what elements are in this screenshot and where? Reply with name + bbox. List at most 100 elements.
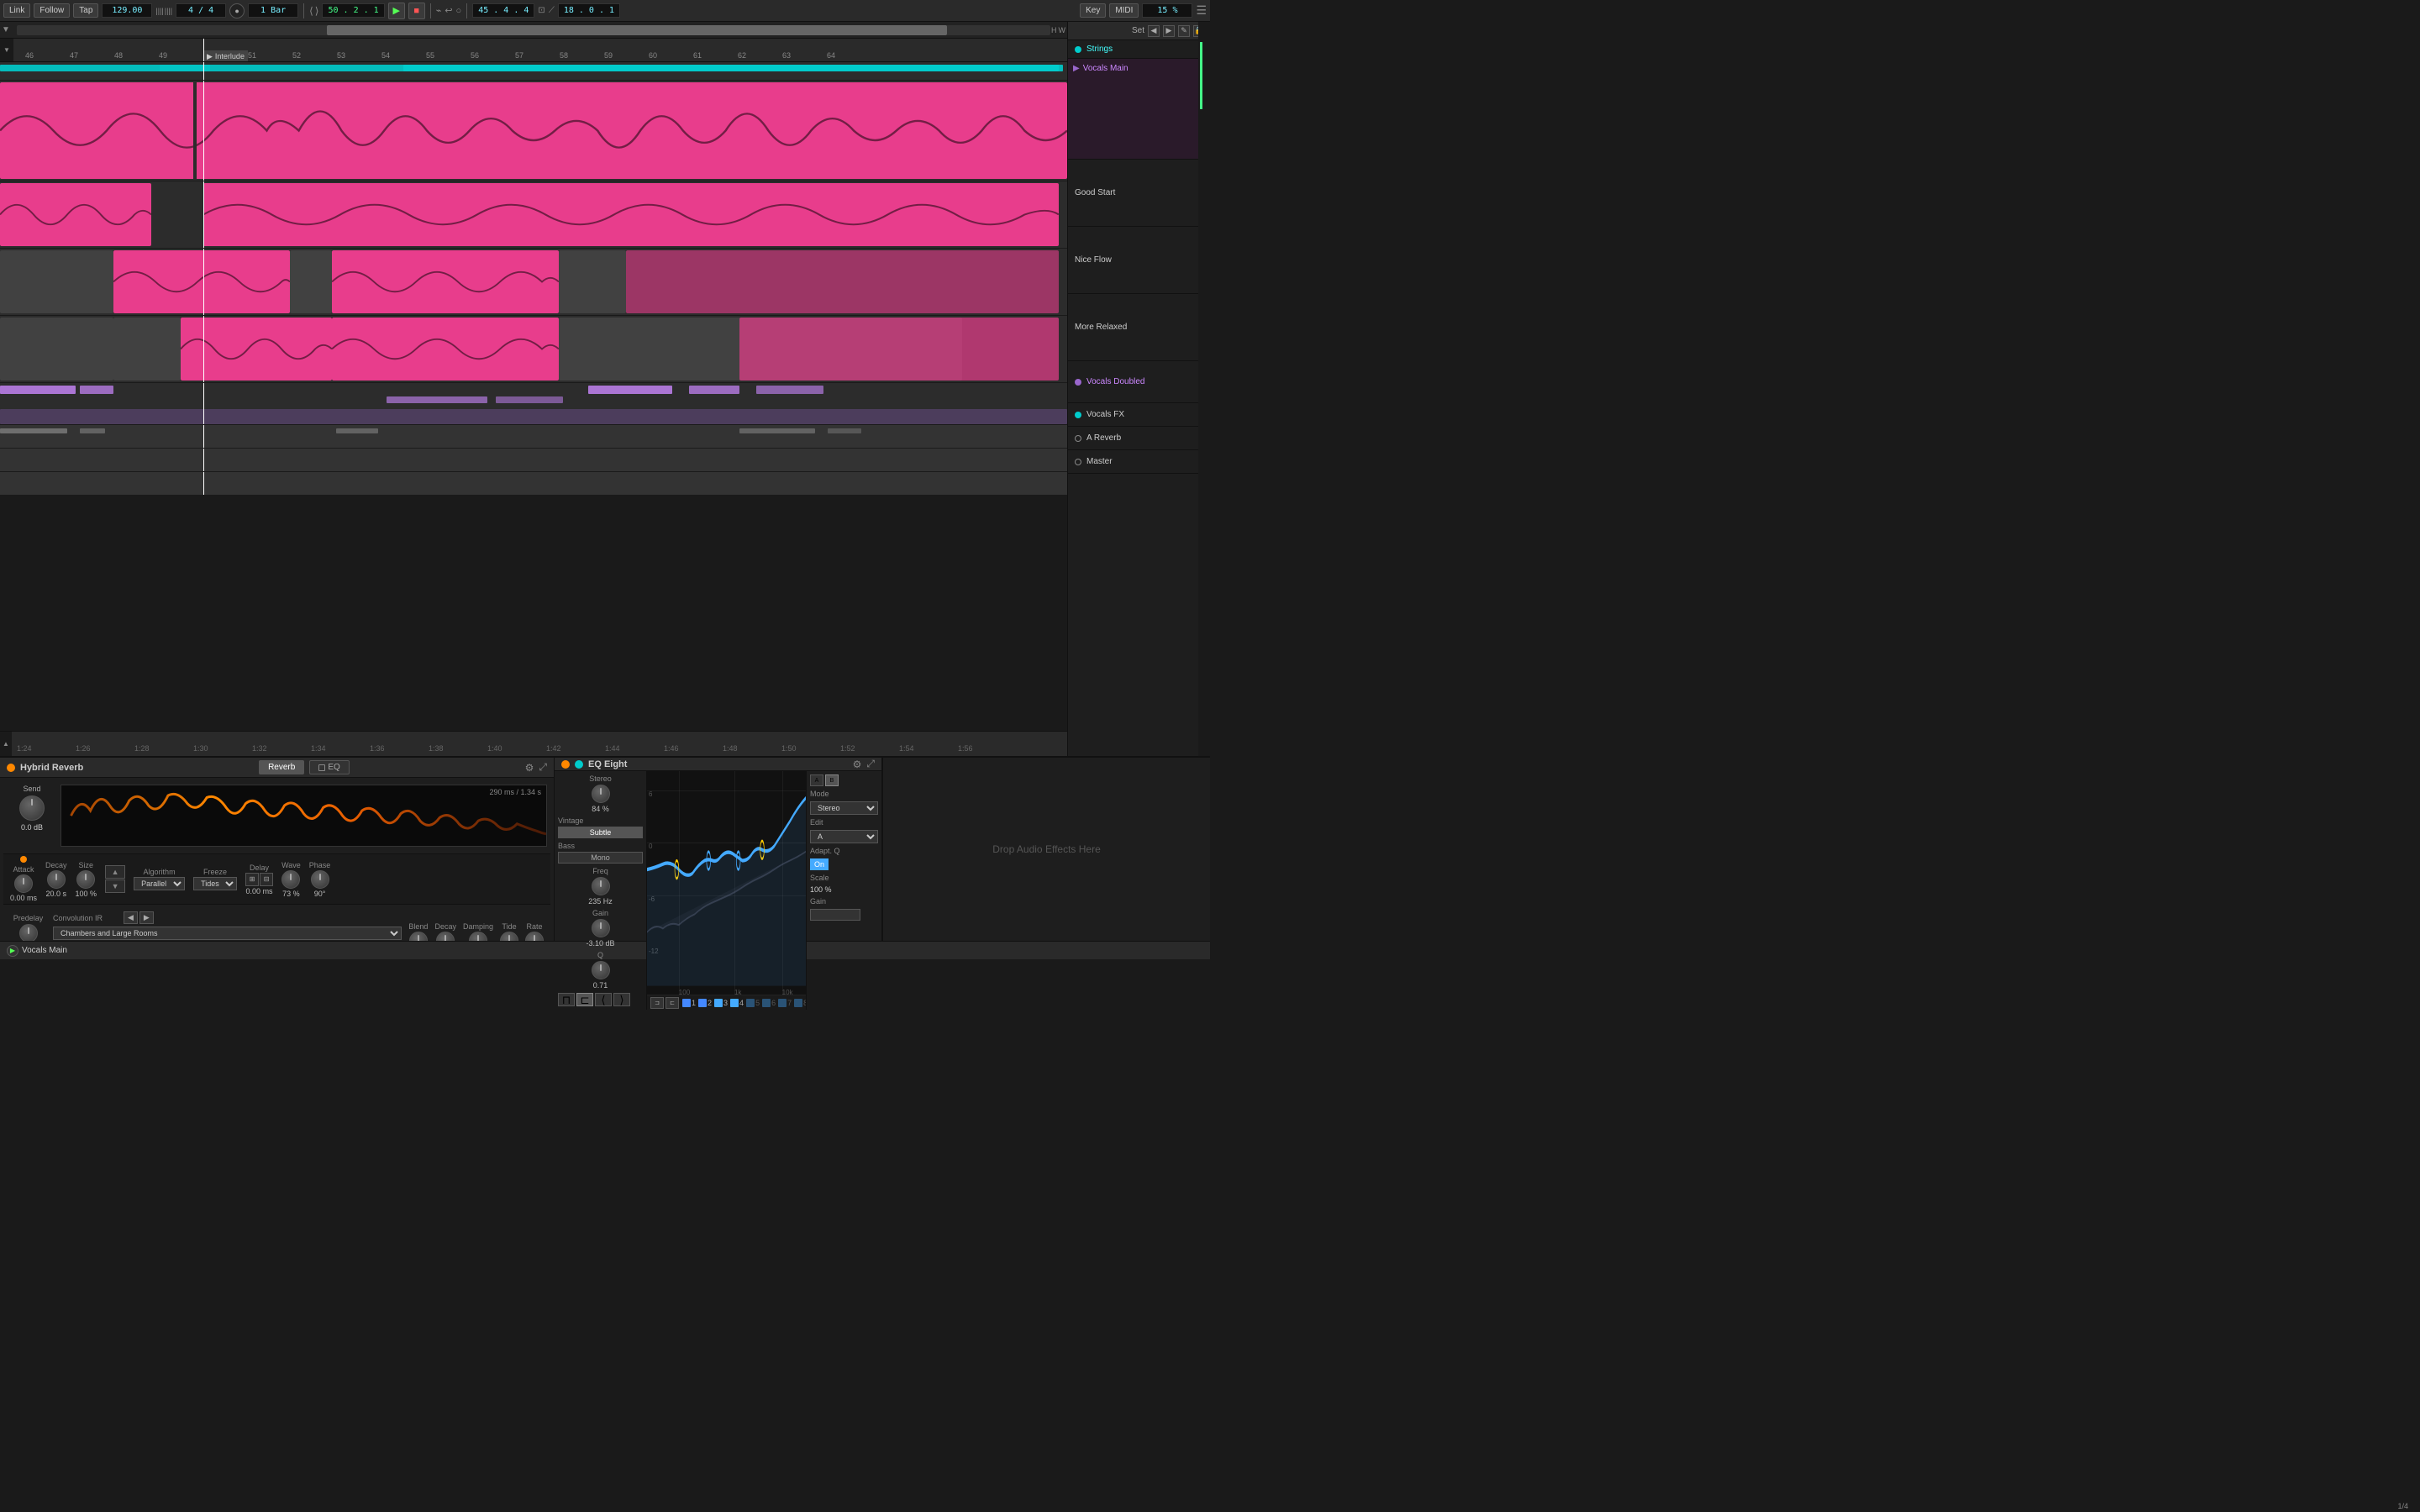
set-next-button[interactable]: ▶ [1163,25,1175,37]
track-more-relaxed-clips[interactable] [0,316,1067,382]
reverb-tab-eq[interactable]: EQ [309,760,349,774]
clip-fx-2[interactable] [80,428,105,433]
track-list-item-a-reverb[interactable]: A Reverb [1068,427,1210,450]
freeze-select[interactable]: Tides [193,877,237,890]
phase-knob[interactable] [311,870,329,889]
algorithm-select[interactable]: Parallel [134,877,185,890]
track-a-reverb-clips[interactable] [0,449,1067,471]
send-knob[interactable] [19,795,45,821]
band-7[interactable]: 7 [778,999,792,1007]
band-filter-lp[interactable]: ⊐ [650,997,664,1009]
reverb-power-led[interactable] [7,764,15,772]
track-list-item-master[interactable]: Master [1068,450,1210,474]
track-good-start-clips[interactable] [0,181,1067,248]
eq-active-led[interactable] [575,760,583,769]
set-pencil-button[interactable]: ✎ [1178,25,1190,37]
blend-knob[interactable] [409,932,428,941]
band-5[interactable]: 5 [746,999,760,1007]
ruler-collapse[interactable]: ▼ [0,39,13,61]
tempo-display[interactable]: 129.00 [102,3,152,18]
clip-doubled-2[interactable] [80,386,113,394]
time-sig-display[interactable]: 4 / 4 [176,3,226,18]
clip-doubled-7[interactable] [756,386,823,394]
band-6[interactable]: 6 [762,999,776,1007]
track-list-item-vocals-doubled[interactable]: Vocals Doubled [1068,361,1210,403]
reverb-tab-reverb[interactable]: Reverb [259,760,304,774]
bass-button[interactable]: Mono [558,852,643,864]
scroll-bar-top[interactable]: ▼ H W [0,22,1067,39]
midi-button[interactable]: MIDI [1109,3,1139,18]
track-strings-clips[interactable] [0,62,1067,80]
eq-btn-a[interactable]: A [810,774,823,786]
ir-prev-btn[interactable]: ◀ [124,911,138,924]
tide-knob[interactable] [500,932,518,941]
clip-doubled-5[interactable] [588,386,672,394]
drop-zone[interactable]: Drop Audio Effects Here [882,758,1210,941]
track-master-clips[interactable] [0,472,1067,495]
band-3[interactable]: 3 [714,999,728,1007]
vintage-button[interactable]: Subtle [558,827,643,838]
eq-mode-select[interactable]: Stereo [810,801,878,815]
h-scroll-thumb[interactable] [327,25,947,35]
key-button[interactable]: Key [1080,3,1106,18]
clip-doubled-3[interactable] [387,396,487,403]
decay2-knob[interactable] [436,932,455,941]
filter-btn-4[interactable]: ⟩ [613,993,630,1006]
damping-knob[interactable] [469,932,487,941]
clip-relaxed-dark-1[interactable] [0,318,113,381]
clip-doubled-4[interactable] [496,396,563,403]
adapt-q-on-button[interactable]: On [810,858,829,870]
position-display-2[interactable]: 45 . 4 . 4 [472,3,534,18]
clip-good-start-2[interactable] [203,183,1059,246]
delay-btn-2[interactable]: ⊟ [260,873,273,886]
stop-button[interactable]: ■ [408,3,425,19]
size-knob[interactable] [76,870,95,889]
clip-fx-5[interactable] [828,428,861,433]
clip-fx-1[interactable] [0,428,67,433]
timeline-ruler[interactable]: ▼ 46 47 48 49 50 51 52 53 54 55 56 57 58… [0,39,1067,62]
clip-strings-2[interactable] [403,65,1063,71]
clip-relaxed-3[interactable] [739,318,1059,381]
clip-nice-flow-dark-1[interactable] [0,250,113,313]
h-scrollbar[interactable] [17,25,1050,35]
stereo-knob[interactable] [592,785,610,803]
quantize-display[interactable]: 1 Bar [248,3,298,18]
timeline-collapse[interactable]: ▲ [0,732,12,756]
link-button[interactable]: Link [3,3,30,18]
q-knob[interactable] [592,961,610,979]
eq-resize-icon[interactable]: ⤢ [866,758,875,770]
wave-knob[interactable] [281,870,300,889]
track-vocals-main-clips[interactable] [0,81,1067,181]
clip-nice-flow-dark-2[interactable] [290,250,332,313]
clip-fx-3[interactable] [336,428,378,433]
band-filter-hp[interactable]: ⊏ [666,997,679,1009]
collapse-button[interactable]: ▼ [0,22,12,38]
eq-btn-b[interactable]: B [825,774,839,786]
filter-btn-1[interactable]: ⊓ [558,993,575,1006]
tap-button[interactable]: Tap [73,3,98,18]
gain-knob[interactable] [592,919,610,937]
clip-nice-flow-2[interactable] [332,250,559,313]
reverb-resize-icon[interactable]: ⤢ [539,761,547,774]
arrow-up[interactable]: ▲ [105,865,125,879]
track-list-item-nice-flow[interactable]: ⊞ Nice Flow [1068,227,1210,294]
clip-nice-flow-1[interactable] [113,250,290,313]
filter-btn-3[interactable]: ⟨ [595,993,612,1006]
band-4[interactable]: 4 [730,999,744,1007]
hamburger-icon[interactable]: ☰ [1196,3,1207,18]
metronome-button[interactable]: ● [229,3,245,18]
eq-edit-select[interactable]: A [810,830,878,843]
arrow-down[interactable]: ▼ [105,879,125,893]
bars-display[interactable]: 18 . 0 . 1 [558,3,620,18]
play-btn-bottom[interactable]: ▶ [7,945,18,957]
freq-knob[interactable] [592,877,610,895]
set-prev-button[interactable]: ◀ [1148,25,1160,37]
zoom-display[interactable]: 15 % [1142,3,1192,18]
eq-power-led[interactable] [561,760,570,769]
band-1[interactable]: 1 [682,999,696,1007]
position-display-1[interactable]: 50 . 2 . 1 [322,3,384,18]
track-vocals-fx-clips[interactable] [0,425,1067,448]
rate-knob[interactable] [525,932,544,941]
track-list-item-more-relaxed[interactable]: ⊞ More Relaxed [1068,294,1210,361]
bottom-timeline[interactable]: ▲ 1:24 1:26 1:28 1:30 1:32 1:34 1:36 1:3… [0,731,1067,756]
